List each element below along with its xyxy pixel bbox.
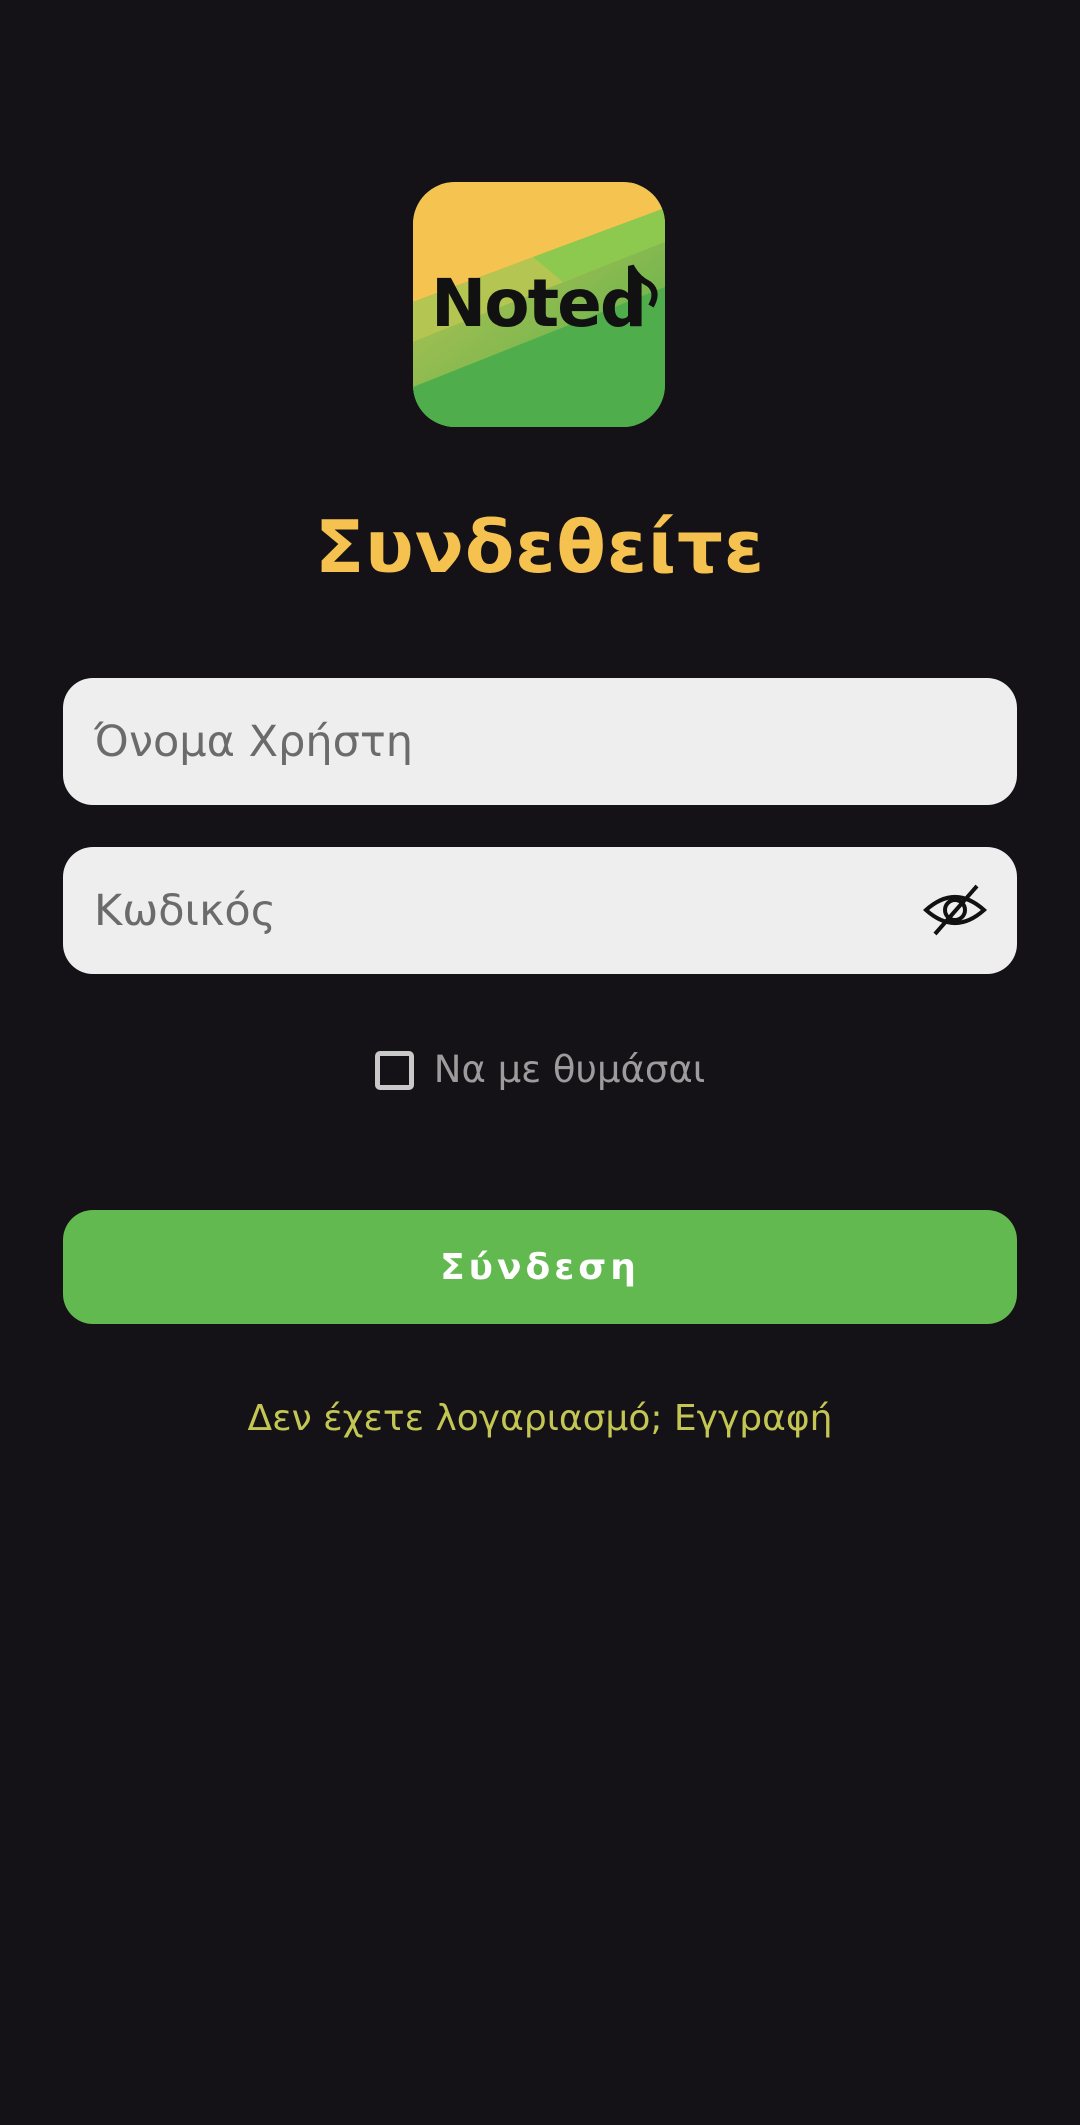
login-button[interactable]: Σύνδεση [63, 1210, 1017, 1324]
remember-me-label: Να με θυμάσαι [433, 1048, 706, 1091]
password-field[interactable] [63, 847, 1017, 974]
logo-text: Noted [431, 265, 645, 342]
password-input[interactable] [94, 847, 914, 974]
remember-me-row: Να με θυμάσαι [0, 1043, 1080, 1097]
eye-off-icon[interactable] [923, 882, 987, 938]
username-input[interactable] [94, 678, 914, 805]
username-field[interactable] [63, 678, 1017, 805]
app-logo: Noted [413, 182, 665, 427]
register-link[interactable]: Δεν έχετε λογαριασμό; Εγγραφή [0, 1392, 1080, 1446]
remember-me-checkbox[interactable] [374, 1050, 414, 1090]
page-title: Συνδεθείτε [314, 505, 765, 589]
